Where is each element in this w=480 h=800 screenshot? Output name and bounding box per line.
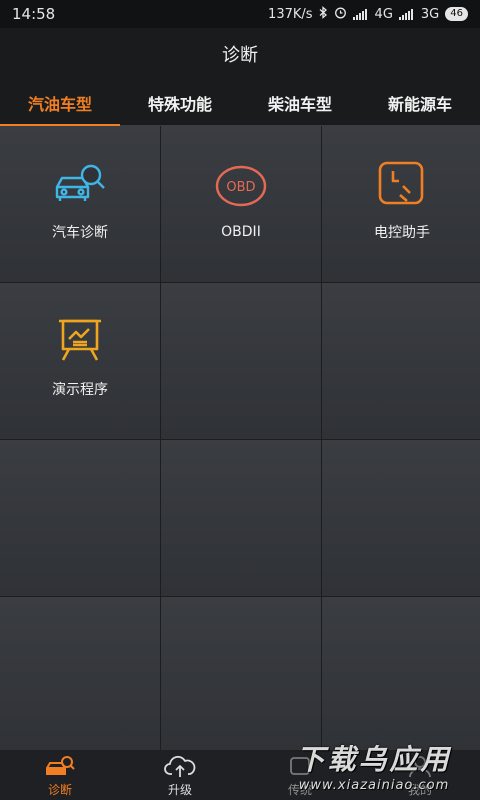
network-speed: 137K/s <box>268 6 313 22</box>
category-tabs: 汽油车型 特殊功能 柴油车型 新能源车 <box>0 80 480 126</box>
grid-cell-empty <box>322 283 480 439</box>
network-type-2: 3G <box>420 6 440 22</box>
grid-item-label: 电控助手 <box>374 225 430 241</box>
demo-program-icon <box>51 317 109 365</box>
watermark-url: www.xiazainiao.com <box>298 778 450 793</box>
function-grid: 汽车诊断 OBD OBDII 电控助手 演示程序 <box>0 126 480 753</box>
cloud-upgrade-icon <box>163 753 197 779</box>
grid-cell-empty <box>161 597 321 753</box>
network-type-1: 4G <box>374 6 393 22</box>
signal-strength-icon-2 <box>398 8 413 20</box>
nav-upgrade[interactable]: 升级 <box>120 750 240 800</box>
watermark-title: 下载乌应用 <box>296 743 452 776</box>
grid-item-label: OBDII <box>221 224 261 240</box>
nav-label: 诊断 <box>47 782 72 797</box>
grid-item-label: 演示程序 <box>52 382 108 398</box>
alarm-icon <box>334 6 347 23</box>
status-bar: 14:58 137K/s 4G 3G 46 <box>0 0 480 28</box>
watermark: 下载乌应用 www.xiazainiao.com <box>276 738 472 796</box>
ecu-assistant-icon <box>373 160 431 208</box>
title-bar: 诊断 <box>0 28 480 80</box>
grid-cell-empty <box>161 440 321 596</box>
grid-item-obdii[interactable]: OBD OBDII <box>161 126 321 282</box>
tab-gasoline-vehicles[interactable]: 汽油车型 <box>0 80 120 126</box>
grid-cell-empty <box>322 597 480 753</box>
status-time: 14:58 <box>12 5 56 23</box>
bluetooth-icon <box>319 5 328 23</box>
obd-icon: OBD <box>212 162 270 210</box>
tab-new-energy-vehicles[interactable]: 新能源车 <box>360 80 480 125</box>
car-diagnosis-icon <box>51 160 109 208</box>
grid-item-demo-program[interactable]: 演示程序 <box>0 283 160 439</box>
grid-cell-empty <box>322 440 480 596</box>
signal-strength-icon <box>352 8 367 20</box>
grid-item-car-diagnosis[interactable]: 汽车诊断 <box>0 126 160 282</box>
grid-cell-empty <box>0 597 160 753</box>
grid-cell-empty <box>0 440 160 596</box>
page-title: 诊断 <box>222 45 258 66</box>
nav-label: 升级 <box>167 782 192 797</box>
svg-text:OBD: OBD <box>226 180 255 195</box>
battery-icon: 46 <box>445 7 468 21</box>
status-indicators: 137K/s 4G 3G 46 <box>268 5 468 23</box>
grid-item-label: 汽车诊断 <box>52 225 108 241</box>
nav-diagnosis[interactable]: 诊断 <box>0 750 120 800</box>
grid-cell-empty <box>161 283 321 439</box>
diagnosis-icon <box>43 753 77 779</box>
tab-diesel-vehicles[interactable]: 柴油车型 <box>240 80 360 125</box>
tab-special-functions[interactable]: 特殊功能 <box>120 80 240 125</box>
grid-item-ecu-assistant[interactable]: 电控助手 <box>322 126 480 282</box>
